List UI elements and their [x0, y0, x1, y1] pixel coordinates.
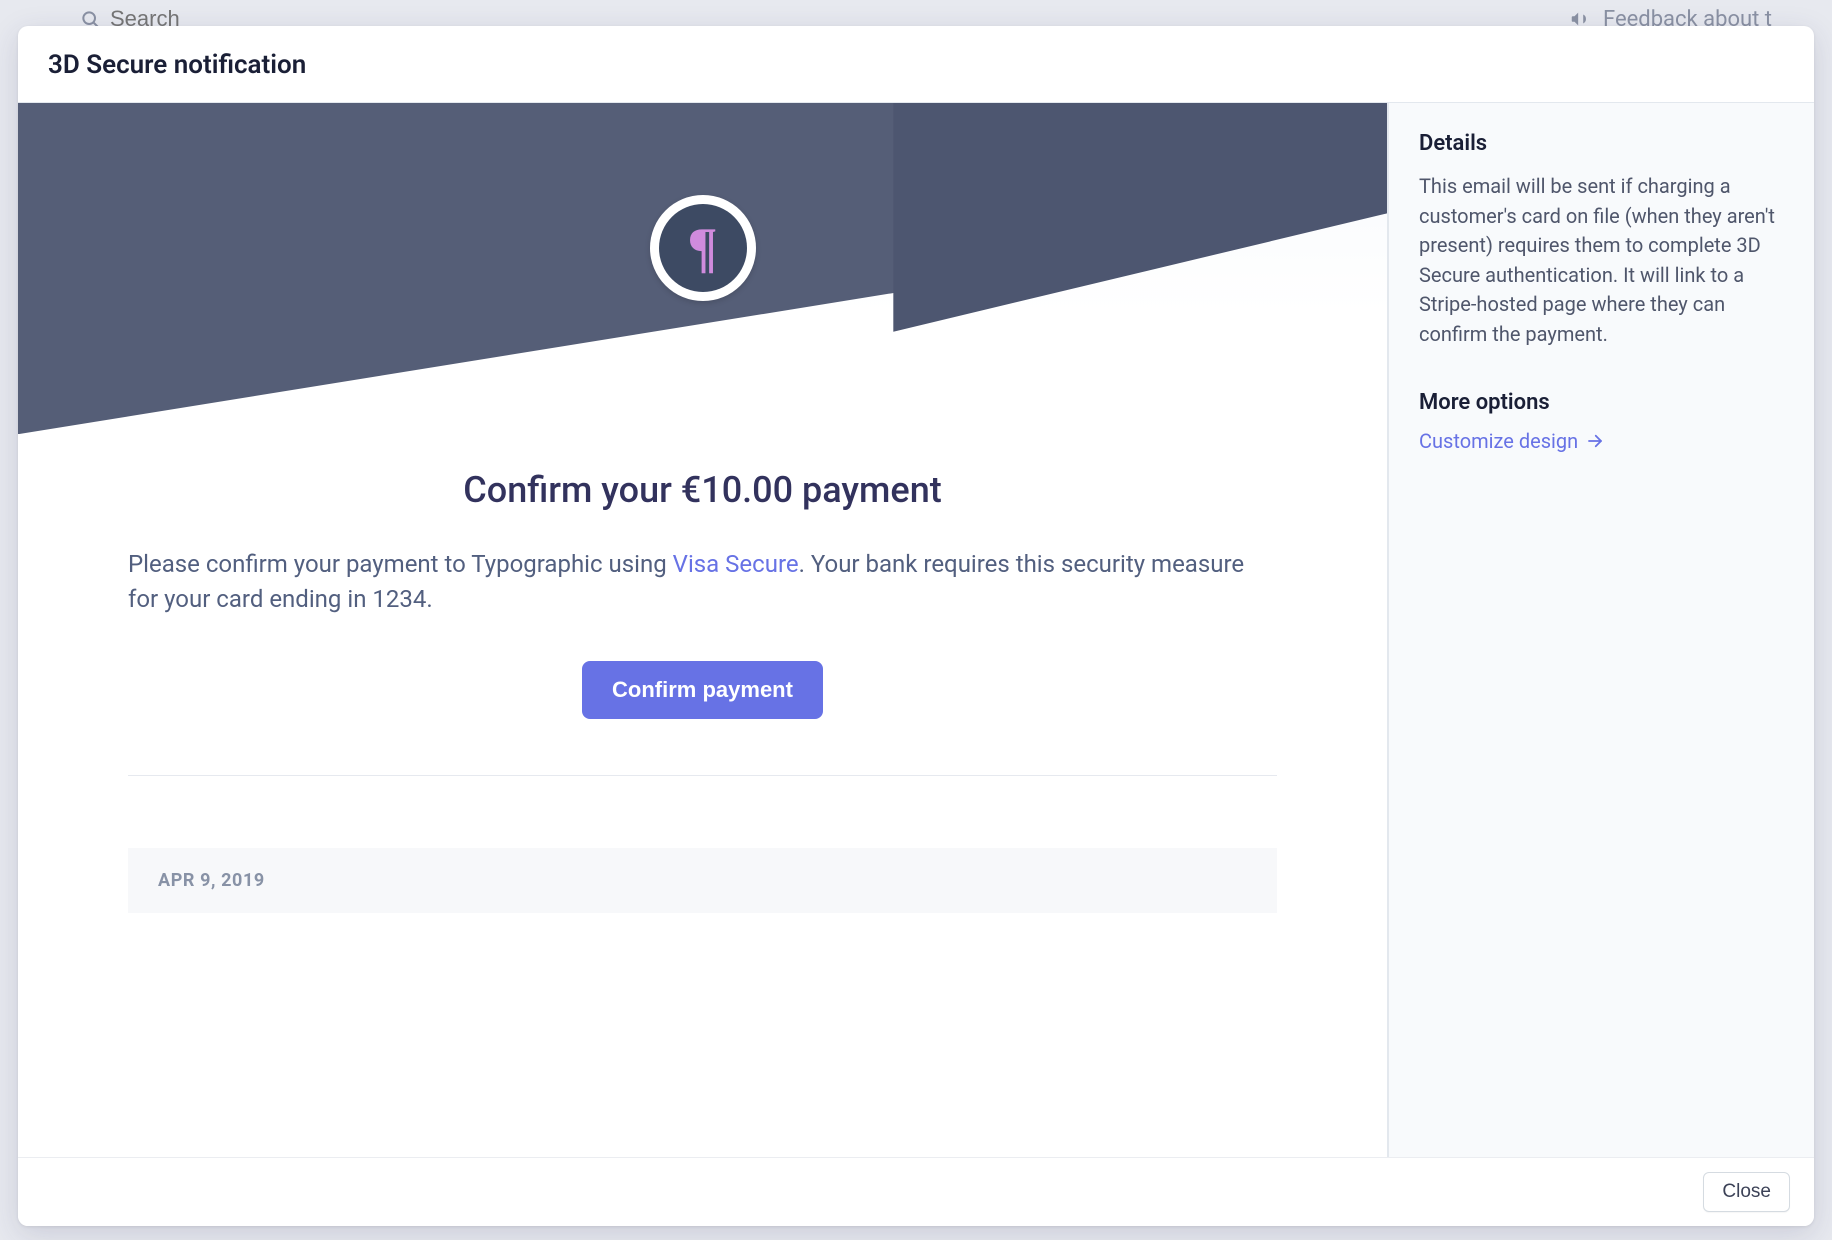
arrow-right-icon	[1586, 432, 1604, 450]
email-body: Please confirm your payment to Typograph…	[128, 547, 1277, 617]
email-hero: ¶	[18, 103, 1387, 313]
email-body-prefix: Please confirm your payment to Typograph…	[128, 550, 673, 578]
modal-dialog: 3D Secure notification ¶ Confirm your €	[18, 26, 1814, 1226]
customize-design-link[interactable]: Customize design	[1419, 429, 1604, 453]
confirm-payment-button[interactable]: Confirm payment	[582, 661, 823, 719]
details-body: This email will be sent if charging a cu…	[1419, 172, 1784, 350]
details-panel: Details This email will be sent if charg…	[1388, 102, 1814, 1157]
modal-title: 3D Secure notification	[18, 26, 1814, 102]
divider	[128, 775, 1277, 776]
email-date: APR 9, 2019	[128, 848, 1277, 913]
close-button[interactable]: Close	[1703, 1172, 1790, 1212]
more-options-heading: More options	[1419, 390, 1784, 415]
visa-secure-link[interactable]: Visa Secure	[673, 550, 799, 578]
email-preview-pane: ¶ Confirm your €10.00 payment Please con…	[18, 102, 1388, 1157]
customize-design-label: Customize design	[1419, 429, 1578, 453]
modal-footer: Close	[18, 1157, 1814, 1226]
pilcrow-icon: ¶	[687, 220, 717, 276]
details-heading: Details	[1419, 131, 1784, 156]
email-heading: Confirm your €10.00 payment	[128, 469, 1277, 511]
brand-logo-badge: ¶	[650, 195, 756, 301]
